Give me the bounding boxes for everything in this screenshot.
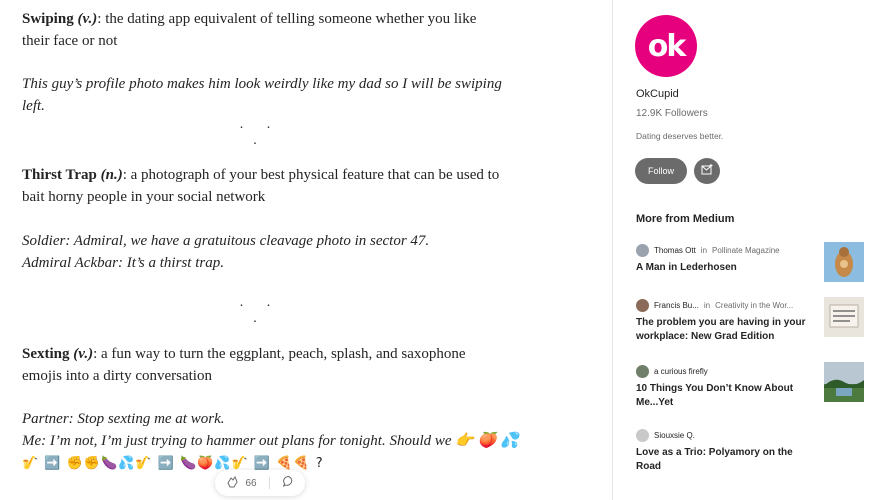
clap-icon[interactable]	[225, 475, 239, 492]
story-thumbnail[interactable]	[824, 242, 864, 282]
subscribe-button[interactable]	[694, 158, 720, 184]
story-publication[interactable]: Pollinate Magazine	[712, 246, 780, 255]
story-in: in	[703, 300, 711, 310]
swiping-definition: Swiping (v.): the dating app equivalent …	[22, 8, 502, 52]
thirst-trap-definition: Thirst Trap (n.): a photograph of your b…	[22, 164, 502, 208]
sexting-pos: (v.)	[73, 346, 94, 362]
story-thumbnail[interactable]	[824, 297, 864, 337]
article-body: Swiping (v.): the dating app equivalent …	[0, 0, 612, 500]
clap-count: 66	[245, 477, 257, 489]
thirst-trap-pos: (n.)	[100, 167, 123, 183]
publication-name[interactable]: OkCupid	[636, 88, 679, 100]
story-item[interactable]: Siouxsie Q. Love as a Trio: Polyamory on…	[636, 428, 866, 474]
section-separator: . . .	[239, 295, 281, 326]
avatar	[636, 428, 649, 442]
section-separator: . . .	[239, 117, 281, 148]
publication-tagline: Dating deserves better.	[636, 131, 724, 141]
story-thumbnail[interactable]	[824, 362, 864, 402]
follow-button[interactable]: Follow	[635, 158, 687, 184]
follower-count[interactable]: 12.9K Followers	[636, 108, 708, 119]
story-title[interactable]: The problem you are having in your workp…	[636, 316, 811, 344]
clap-bar-divider	[268, 477, 270, 489]
story-meta: Siouxsie Q.	[636, 428, 866, 442]
thirst-trap-term: Thirst Trap	[22, 167, 97, 183]
avatar	[636, 243, 649, 257]
sexting-term: Sexting	[22, 346, 70, 362]
avatar	[636, 298, 649, 312]
thirst-trap-example-2: Admiral Ackbar: It’s a thirst trap.	[22, 255, 224, 271]
swiping-example: This guy’s profile photo makes him look …	[22, 76, 502, 114]
avatar	[636, 364, 649, 378]
publication-logo[interactable]: ok	[635, 15, 697, 77]
story-publication[interactable]: Creativity in the Wor...	[715, 301, 793, 310]
story-title[interactable]: 10 Things You Don’t Know About Me...Yet	[636, 382, 811, 410]
clap-bar: 66	[215, 470, 305, 496]
sexting-definition: Sexting (v.): a fun way to turn the eggp…	[22, 343, 502, 387]
thirst-trap-example-1: Soldier: Admiral, we have a gratuitous c…	[22, 233, 430, 249]
story-author[interactable]: a curious firefly	[654, 367, 708, 376]
swiping-term: Swiping	[22, 11, 74, 27]
story-author[interactable]: Siouxsie Q.	[654, 431, 695, 440]
comment-icon[interactable]	[282, 475, 295, 491]
story-in: in	[700, 245, 708, 255]
sexting-example-1: Partner: Stop sexting me at work.	[22, 411, 225, 427]
logo-text: ok	[647, 28, 687, 64]
sidebar: ok OkCupid 12.9K Followers Dating deserv…	[613, 0, 890, 500]
story-title[interactable]: Love as a Trio: Polyamory on the Road	[636, 446, 811, 474]
mail-plus-icon	[701, 164, 714, 178]
story-title[interactable]: A Man in Lederhosen	[636, 261, 811, 275]
swiping-pos: (v.)	[77, 11, 98, 27]
sexting-example-2: Me: I’m not, I’m just trying to hammer o…	[22, 433, 519, 449]
more-from-medium-heading: More from Medium	[636, 213, 735, 225]
story-author[interactable]: Thomas Ott	[654, 246, 696, 255]
story-author[interactable]: Francis Bu...	[654, 301, 699, 310]
